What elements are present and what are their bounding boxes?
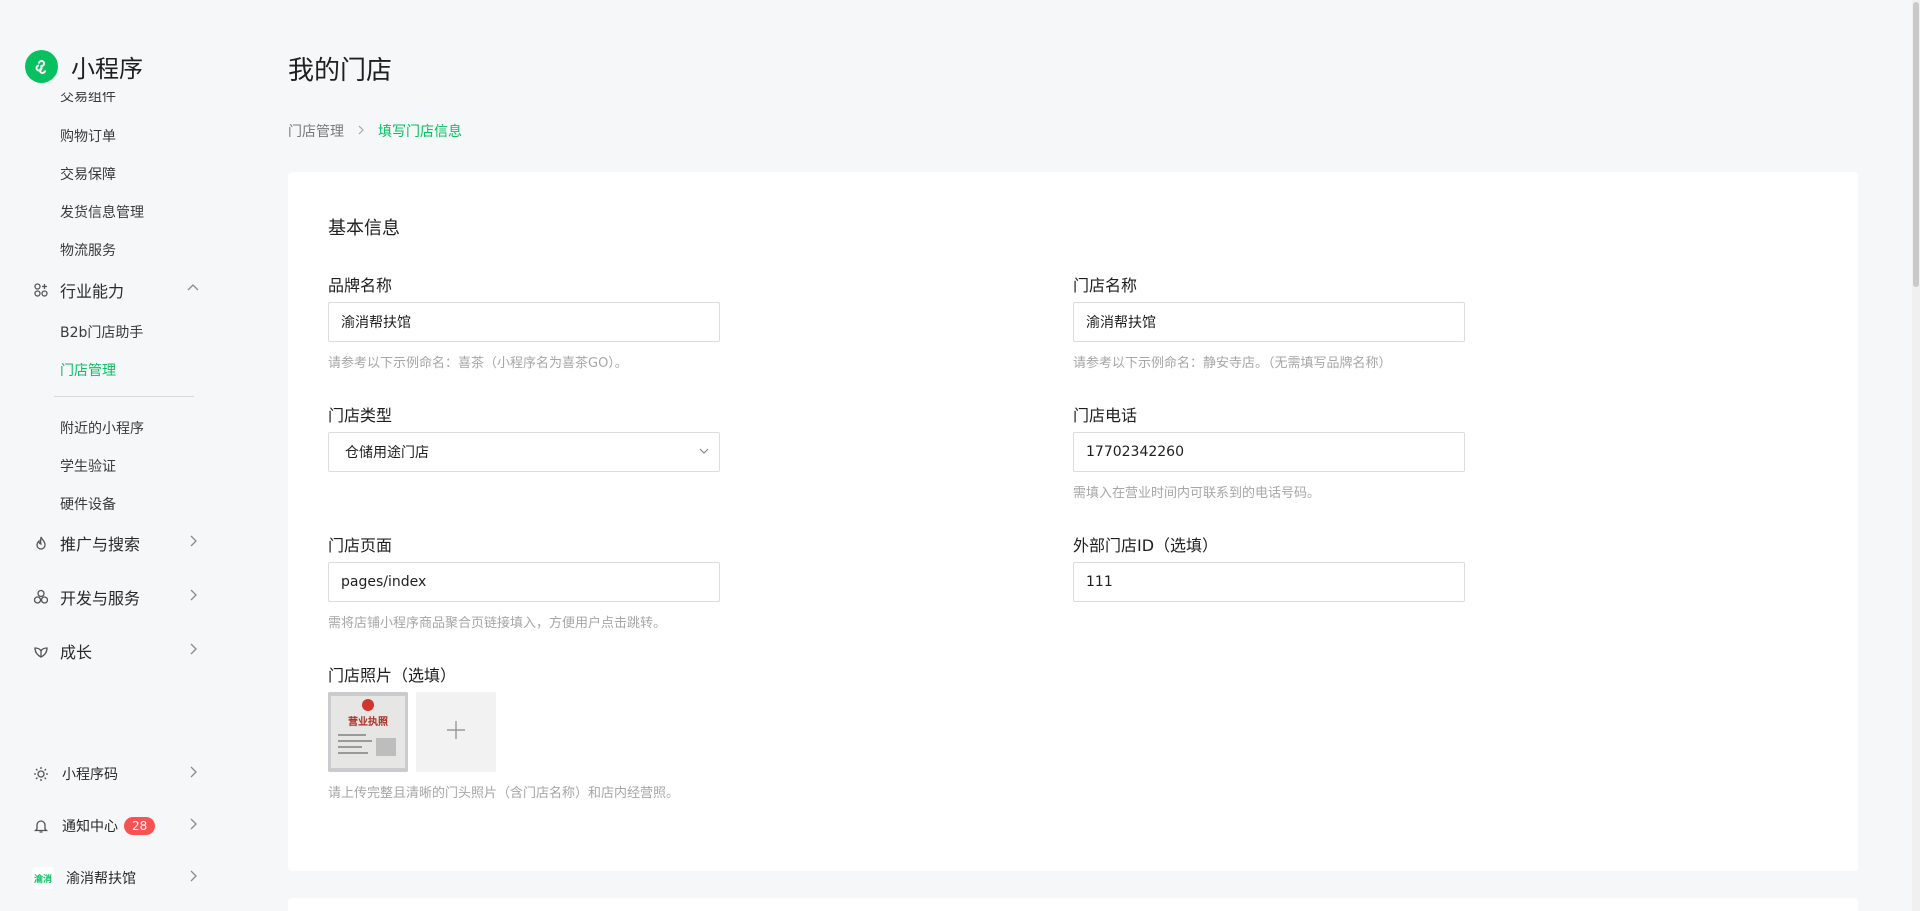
breadcrumb-separator-icon xyxy=(356,124,366,139)
sidebar-item-b2b[interactable]: B2b门店助手 xyxy=(60,322,143,342)
store-type-label: 门店类型 xyxy=(328,406,393,425)
plus-icon xyxy=(445,719,467,745)
store-name-label: 门店名称 xyxy=(1073,276,1138,295)
store-page-hint: 需将店铺小程序商品聚合页链接填入，方便用户点击跳转。 xyxy=(328,616,667,631)
breadcrumb: 门店管理 填写门店信息 xyxy=(288,121,462,141)
store-phone-hint: 需填入在营业时间内可联系到的电话号码。 xyxy=(1073,486,1321,501)
svg-text:营业执照: 营业执照 xyxy=(348,715,388,728)
store-phone-value: 17702342260 xyxy=(1086,444,1184,460)
chevron-right-icon xyxy=(186,869,200,887)
notification-count-badge: 28 xyxy=(124,817,156,835)
chevron-right-icon xyxy=(186,765,200,783)
sidebar: 小程序 交易组件 购物订单 交易保障 发货信息管理 物流服务 行业能力 B2b门… xyxy=(0,0,228,911)
store-type-value: 仓储用途门店 xyxy=(345,445,429,461)
chevron-right-icon xyxy=(186,588,200,606)
sidebar-item-label: 小程序码 xyxy=(62,767,118,783)
next-section-card xyxy=(288,898,1858,911)
sidebar-item-qrcode[interactable]: 小程序码 xyxy=(32,764,200,784)
breadcrumb-current: 填写门店信息 xyxy=(378,124,462,140)
sidebar-group-industry[interactable]: 行业能力 xyxy=(32,278,200,302)
app-name: 小程序 xyxy=(71,55,143,83)
breadcrumb-store-management[interactable]: 门店管理 xyxy=(288,121,344,141)
sun-icon xyxy=(32,765,50,783)
sidebar-group-label: 行业能力 xyxy=(60,282,125,301)
sidebar-item-account[interactable]: 渝消 渝消帮扶馆 xyxy=(32,867,200,889)
store-photos-hint: 请上传完整且清晰的门头照片（含门店名称）和店内经营照。 xyxy=(328,786,680,801)
store-photo-thumbnail[interactable]: 营业执照 xyxy=(328,692,408,772)
industry-icon xyxy=(32,281,50,299)
page-title: 我的门店 xyxy=(288,56,393,86)
app-logo[interactable]: 小程序 xyxy=(25,49,143,84)
leaf-icon xyxy=(32,642,50,660)
sidebar-group-label: 成长 xyxy=(60,643,93,662)
miniprogram-logo-icon xyxy=(25,50,58,83)
sidebar-item-shipping[interactable]: 发货信息管理 xyxy=(60,202,144,222)
sidebar-divider xyxy=(54,396,194,397)
brand-name-value: 渝消帮扶馆 xyxy=(341,315,411,331)
sidebar-item-partial[interactable]: 交易组件 xyxy=(60,92,116,106)
sidebar-group-label: 推广与搜索 xyxy=(60,535,141,554)
add-photo-button[interactable] xyxy=(416,692,496,772)
business-license-image: 营业执照 xyxy=(328,692,408,772)
store-page-label: 门店页面 xyxy=(328,536,393,555)
external-id-label: 外部门店ID（选填） xyxy=(1073,536,1219,555)
chevron-right-icon xyxy=(186,817,200,835)
store-page-value: pages/index xyxy=(341,574,427,590)
sidebar-item-guarantee[interactable]: 交易保障 xyxy=(60,164,116,184)
basic-info-card: 基本信息 品牌名称 渝消帮扶馆 请参考以下示例命名：喜茶（小程序名为喜茶GO）。… xyxy=(288,172,1858,871)
brand-name-label: 品牌名称 xyxy=(328,276,393,295)
store-name-hint: 请参考以下示例命名：静安寺店。（无需填写品牌名称） xyxy=(1073,356,1392,371)
sidebar-group-growth[interactable]: 成长 xyxy=(32,639,200,663)
sidebar-item-label: 通知中心 xyxy=(62,819,118,835)
account-name: 渝消帮扶馆 xyxy=(66,871,136,887)
sidebar-item-student[interactable]: 学生验证 xyxy=(60,456,116,476)
sidebar-item-nearby[interactable]: 附近的小程序 xyxy=(60,418,144,438)
chevron-up-icon xyxy=(186,281,200,299)
store-phone-input[interactable]: 17702342260 xyxy=(1073,432,1465,472)
sidebar-nav: 交易组件 购物订单 交易保障 发货信息管理 物流服务 行业能力 B2b门店助手 … xyxy=(0,92,228,522)
page-scrollbar[interactable] xyxy=(1912,0,1920,911)
chevron-right-icon xyxy=(186,642,200,660)
account-avatar: 渝消 xyxy=(32,867,54,889)
external-id-input[interactable]: 111 xyxy=(1073,562,1465,602)
chevron-down-icon xyxy=(697,444,711,458)
scrollbar-thumb[interactable] xyxy=(1913,2,1919,287)
chevron-right-icon xyxy=(186,534,200,552)
brand-name-input[interactable]: 渝消帮扶馆 xyxy=(328,302,720,342)
store-type-select[interactable]: 仓储用途门店 xyxy=(328,432,720,472)
store-photos-label: 门店照片（选填） xyxy=(328,666,457,685)
cluster-icon xyxy=(32,588,50,606)
sidebar-group-label: 开发与服务 xyxy=(60,589,141,608)
sidebar-item-logistics[interactable]: 物流服务 xyxy=(60,240,116,260)
sidebar-group-promotion[interactable]: 推广与搜索 xyxy=(32,531,200,555)
sidebar-group-development[interactable]: 开发与服务 xyxy=(32,585,200,609)
store-page-input[interactable]: pages/index xyxy=(328,562,720,602)
store-name-value: 渝消帮扶馆 xyxy=(1086,315,1156,331)
store-name-input[interactable]: 渝消帮扶馆 xyxy=(1073,302,1465,342)
sidebar-item-store-management[interactable]: 门店管理 xyxy=(60,360,116,380)
bell-icon xyxy=(32,817,50,835)
sidebar-item-hardware[interactable]: 硬件设备 xyxy=(60,494,116,514)
store-phone-label: 门店电话 xyxy=(1073,406,1138,425)
flame-icon xyxy=(32,534,50,552)
sidebar-item-orders[interactable]: 购物订单 xyxy=(60,126,116,146)
external-id-value: 111 xyxy=(1086,574,1113,590)
section-title: 基本信息 xyxy=(328,218,400,239)
sidebar-item-notifications[interactable]: 通知中心 28 xyxy=(32,816,200,836)
brand-name-hint: 请参考以下示例命名：喜茶（小程序名为喜茶GO）。 xyxy=(328,356,628,371)
